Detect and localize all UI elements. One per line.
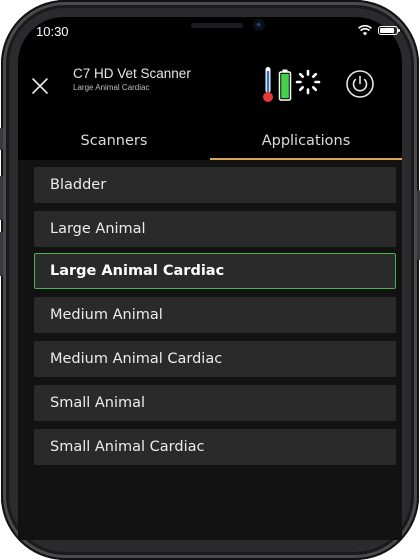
power-icon[interactable] [345, 69, 375, 99]
list-item-medium-animal-cardiac[interactable]: Medium Animal Cardiac [34, 341, 396, 377]
scanner-subtitle: Large Animal Cardiac [73, 83, 150, 92]
list-item-medium-animal[interactable]: Medium Animal [34, 297, 396, 333]
applications-list: Bladder Large Animal Large Animal Cardia… [18, 160, 402, 540]
phone-volume-down-button [0, 232, 3, 276]
tab-applications[interactable]: Applications [210, 124, 402, 160]
phone-volume-up-button [0, 176, 3, 220]
list-item-large-animal-cardiac[interactable]: Large Animal Cardiac [34, 253, 396, 289]
thermometer-icon [263, 67, 273, 102]
status-icons [358, 25, 400, 36]
wifi-icon [358, 25, 372, 36]
list-item-small-animal-cardiac[interactable]: Small Animal Cardiac [34, 429, 396, 465]
loading-icon [295, 69, 321, 95]
list-item-small-animal[interactable]: Small Animal [34, 385, 396, 421]
phone-side-button [0, 128, 3, 150]
tab-scanners[interactable]: Scanners [18, 124, 210, 160]
scanner-title: C7 HD Vet Scanner [73, 66, 191, 81]
speaker-grille [191, 23, 243, 28]
list-item-bladder[interactable]: Bladder [34, 167, 396, 203]
phone-notch [155, 17, 311, 46]
status-time: 10:30 [36, 24, 69, 39]
tab-bar: Scanners Applications [18, 124, 402, 160]
battery-status-icon [278, 69, 292, 101]
list-item-large-animal[interactable]: Large Animal [34, 211, 396, 247]
close-icon[interactable] [27, 73, 53, 99]
scanner-title-block: C7 HD Vet Scanner Large Animal Cardiac [73, 65, 191, 93]
phone-battery-icon [378, 26, 400, 35]
front-camera-icon [253, 19, 265, 31]
